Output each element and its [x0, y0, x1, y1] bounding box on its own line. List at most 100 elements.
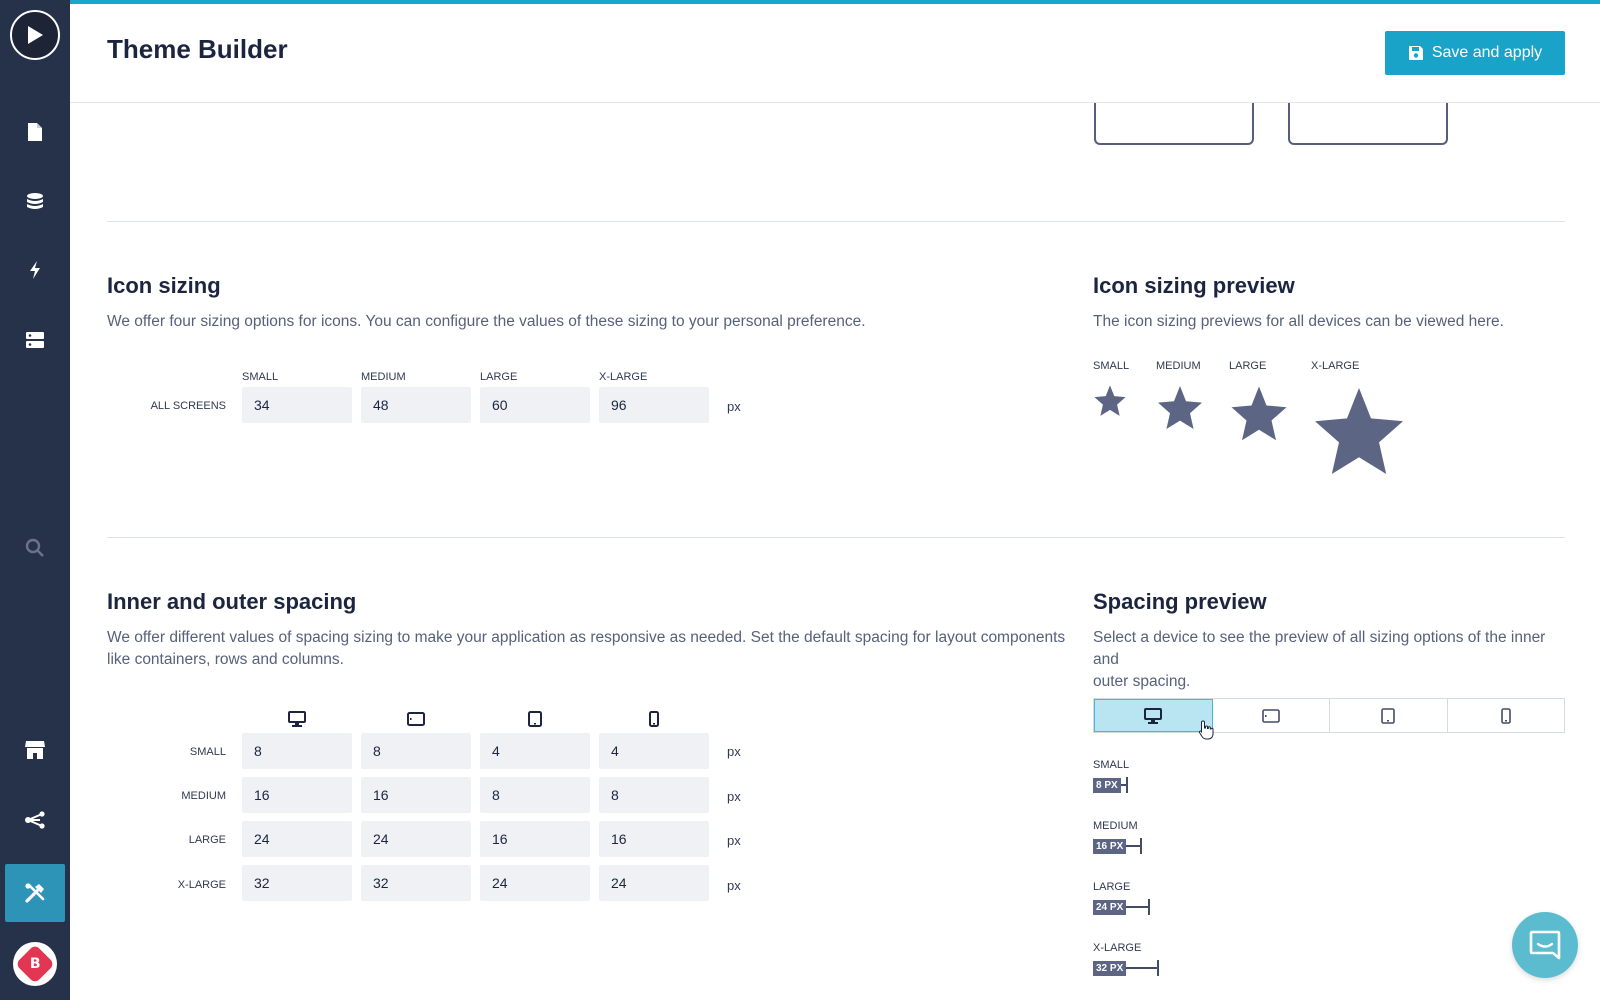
spacing-description-line2: like containers, rows and columns. [107, 651, 344, 668]
icon-row-label: ALL SCREENS [150, 400, 226, 412]
spacing-preview-description-line1: Select a device to see the preview of al… [1093, 629, 1546, 668]
spacing-preview-description-line2: outer spacing. [1093, 673, 1191, 690]
save-and-apply-label: Save and apply [1431, 44, 1543, 61]
spacing-preview-bar: 32 PX [1093, 960, 1160, 976]
tools-icon[interactable] [5, 864, 65, 922]
chat-button[interactable] [1512, 912, 1578, 978]
spacing-unit-label: px [727, 744, 741, 759]
spacing-small-tablet-portrait-input[interactable] [480, 733, 590, 769]
preview-label-large: LARGE [1229, 360, 1267, 372]
spacing-preview-end [1157, 960, 1160, 976]
database-icon[interactable] [5, 173, 65, 231]
file-icon[interactable] [5, 103, 65, 161]
spacing-preview-bar: 24 PX [1093, 899, 1151, 915]
spacing-preview-label: SMALL [1093, 759, 1130, 771]
spacing-row-label: X-LARGE [177, 879, 226, 891]
preview-label-small: SMALL [1093, 360, 1130, 372]
icon-size-large-input[interactable] [480, 387, 590, 423]
save-icon [1408, 46, 1423, 60]
spacing-preview-line [1126, 906, 1149, 908]
server-icon[interactable] [5, 311, 65, 369]
device-tab-tablet-landscape[interactable] [1212, 699, 1330, 732]
tablet-landscape-icon [406, 711, 426, 727]
icon-col-medium: MEDIUM [361, 371, 406, 383]
section-divider [107, 537, 1565, 538]
star-icon [1094, 385, 1126, 416]
spacing-unit-label: px [727, 878, 741, 893]
spacing-small-mobile-input[interactable] [599, 733, 709, 769]
spacing-preview-end [1140, 838, 1143, 854]
spacing-large-desktop-input[interactable] [242, 821, 352, 857]
icon-col-small: SMALL [242, 371, 279, 383]
icon-preview-title: Icon sizing preview [1093, 273, 1295, 298]
icon-size-small-input[interactable] [242, 387, 352, 423]
device-tab-desktop[interactable] [1094, 699, 1213, 732]
spacing-row-label: LARGE [188, 834, 226, 846]
header: Theme Builder Save and apply [70, 4, 1600, 103]
bolt-icon[interactable] [5, 241, 65, 299]
spacing-preview-title: Spacing preview [1093, 589, 1267, 614]
spacing-large-tablet-landscape-input[interactable] [361, 821, 471, 857]
spacing-preview-bar: 16 PX [1093, 838, 1143, 854]
spacing-preview-end [1125, 777, 1128, 793]
spacing-description: We offer different values of spacing siz… [107, 627, 1067, 671]
chat-icon [1529, 930, 1561, 960]
star-icon [1158, 386, 1202, 429]
spacing-unit-label: px [727, 789, 741, 804]
icon-unit-label: px [727, 399, 741, 414]
tablet-landscape-icon [1261, 708, 1280, 723]
store-icon[interactable] [5, 721, 65, 779]
spacing-medium-tablet-landscape-input[interactable] [361, 777, 471, 813]
device-tab-tablet-portrait[interactable] [1330, 699, 1448, 732]
spacing-medium-mobile-input[interactable] [599, 777, 709, 813]
spacing-preview-label: X-LARGE [1093, 942, 1142, 954]
spacing-preview-description: Select a device to see the preview of al… [1093, 627, 1568, 693]
main-content: Icon sizing We offer four sizing options… [70, 0, 1600, 1000]
spacing-small-tablet-landscape-input[interactable] [361, 733, 471, 769]
spacing-small-desktop-input[interactable] [242, 733, 352, 769]
spacing-row-label: SMALL [189, 746, 226, 758]
icon-sizing-title: Icon sizing [107, 273, 221, 298]
spacing-medium-tablet-portrait-input[interactable] [480, 777, 590, 813]
spacing-preview-tag: 16 PX [1093, 838, 1127, 854]
desktop-icon [1144, 707, 1163, 724]
spacing-xlarge-tablet-portrait-input[interactable] [480, 865, 590, 901]
spacing-preview-tag: 8 PX [1093, 777, 1121, 793]
play-logo-icon[interactable] [10, 10, 60, 60]
device-tab-mobile[interactable] [1447, 699, 1564, 732]
spacing-preview-end [1148, 899, 1151, 915]
device-selector [1093, 698, 1565, 733]
spacing-xlarge-mobile-input[interactable] [599, 865, 709, 901]
icon-col-xlarge: X-LARGE [599, 371, 648, 383]
mobile-icon [1500, 707, 1511, 724]
spacing-title: Inner and outer spacing [107, 589, 357, 614]
tablet-portrait-icon [525, 711, 545, 727]
icon-size-medium-input[interactable] [361, 387, 471, 423]
spacing-preview-line [1126, 845, 1141, 847]
spacing-xlarge-desktop-input[interactable] [242, 865, 352, 901]
icon-preview-description: The icon sizing previews for all devices… [1093, 313, 1504, 330]
preview-label-medium: MEDIUM [1156, 360, 1201, 372]
spacing-preview-tag: 24 PX [1093, 899, 1127, 915]
share-icon[interactable] [5, 791, 65, 849]
spacing-description-line1: We offer different values of spacing siz… [107, 629, 1066, 646]
page-title: Theme Builder [107, 34, 288, 64]
brand-badge[interactable]: B [13, 942, 57, 986]
icon-size-xlarge-input[interactable] [599, 387, 709, 423]
spacing-large-tablet-portrait-input[interactable] [480, 821, 590, 857]
spacing-preview-label: LARGE [1093, 881, 1131, 893]
spacing-preview-tag: 32 PX [1093, 960, 1127, 976]
save-and-apply-button[interactable]: Save and apply [1385, 31, 1565, 75]
brand-badge-letter: B [29, 955, 41, 972]
star-icon [1315, 388, 1403, 474]
spacing-large-mobile-input[interactable] [599, 821, 709, 857]
mobile-icon [644, 711, 664, 727]
icon-col-large: LARGE [480, 371, 518, 383]
spacing-medium-desktop-input[interactable] [242, 777, 352, 813]
hand-cursor-icon [1198, 720, 1214, 740]
icon-sizing-description: We offer four sizing options for icons. … [107, 313, 866, 330]
preview-label-xlarge: X-LARGE [1311, 360, 1360, 372]
spacing-preview-label: MEDIUM [1093, 820, 1138, 832]
spacing-xlarge-tablet-landscape-input[interactable] [361, 865, 471, 901]
search-icon[interactable] [5, 519, 65, 577]
